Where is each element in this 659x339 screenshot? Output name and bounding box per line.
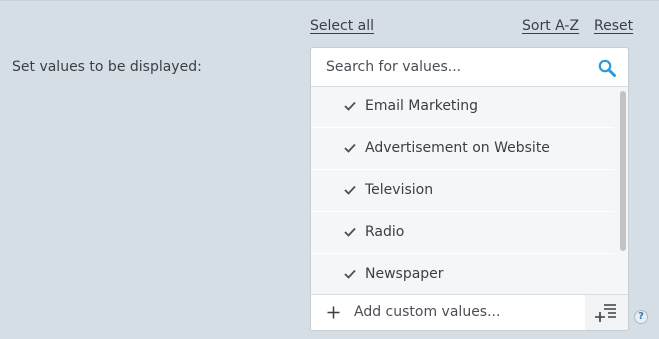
list-item[interactable]: Television [311,171,614,212]
add-list-icon [595,304,616,322]
sort-az-link[interactable]: Sort A-Z [522,18,579,34]
help-icon[interactable]: ? [634,310,648,324]
list-item-label: Radio [365,224,405,240]
search-input[interactable] [311,48,581,86]
select-all-link[interactable]: Select all [310,18,374,34]
list-item-label: Television [365,182,434,198]
list-item-label: Email Marketing [365,98,479,114]
list-item[interactable]: Email Marketing [311,87,614,128]
check-icon [344,185,356,195]
check-icon [344,143,356,153]
values-list: Email Marketing Advertisement on Website… [311,87,628,294]
list-item[interactable]: Advertisement on Website [311,129,614,170]
value-picker-panel: Email Marketing Advertisement on Website… [310,47,629,331]
list-item[interactable]: Radio [311,213,614,254]
search-icon[interactable] [597,58,617,78]
list-item-label: Newspaper [365,266,444,282]
reset-link[interactable]: Reset [594,18,633,34]
check-icon [344,101,356,111]
field-label: Set values to be displayed: [12,59,202,75]
check-icon [344,227,356,237]
add-custom-values-label: Add custom values... [354,304,501,320]
list-item[interactable]: Newspaper [311,255,614,294]
list-item-label: Advertisement on Website [365,140,550,156]
search-bar [311,48,628,87]
scrollbar-thumb[interactable] [620,91,626,251]
bulk-add-button[interactable] [585,295,628,330]
plus-icon [327,306,340,319]
check-icon [344,269,356,279]
top-divider [0,0,659,1]
add-custom-values-row[interactable]: Add custom values... [311,294,628,330]
